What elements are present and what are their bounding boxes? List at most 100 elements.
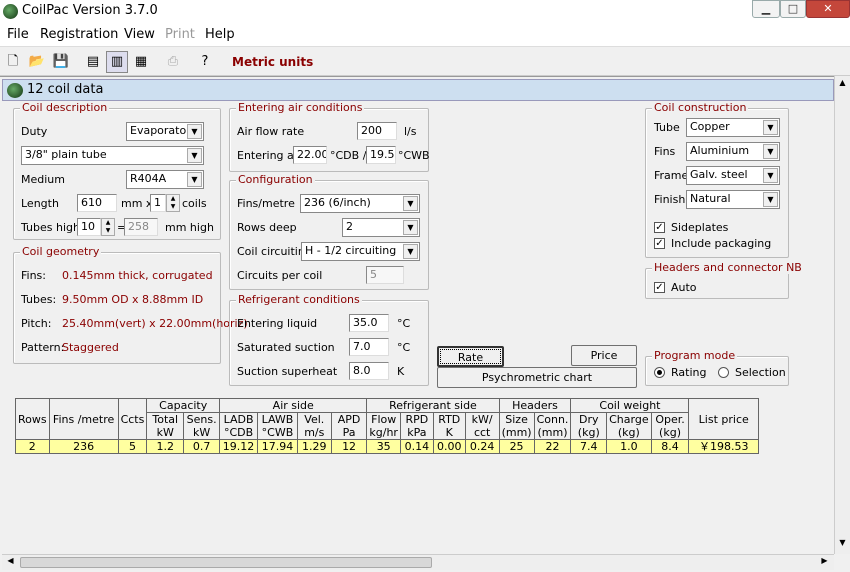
sideplates-label: Sideplates [671, 221, 729, 234]
scroll-down-icon[interactable]: ▼ [836, 538, 849, 551]
finish-select[interactable]: Natural ▼ [686, 190, 780, 209]
superheat-input[interactable]: 8.0 [349, 362, 389, 380]
cell-kw-cct: 0.24 [464, 439, 500, 454]
group-capacity: Capacity [146, 398, 221, 413]
circuiting-select[interactable]: H - 1/2 circuiting ▼ [301, 242, 420, 261]
scroll-left-icon[interactable]: ◀ [4, 556, 17, 569]
airflow-unit: l/s [404, 125, 417, 138]
entering-air-label: Entering air [237, 149, 302, 162]
fins-per-metre-label: Fins/metre [237, 197, 295, 210]
col-total-kw: Total kW [146, 412, 185, 440]
help-icon[interactable]: ? [194, 51, 216, 73]
rating-label: Rating [671, 366, 707, 379]
coil-icon [7, 83, 23, 98]
vertical-scrollbar[interactable]: ▲ ▼ [834, 76, 850, 554]
save-icon[interactable]: 💾 [50, 51, 72, 73]
saturated-suction-unit: °C [397, 341, 411, 354]
col-ladb: LADB °CDB [219, 412, 259, 440]
tubes-high-spinner[interactable]: ▲ ▼ [101, 218, 115, 236]
coils-spinner[interactable]: ▲ ▼ [166, 194, 180, 212]
group-title: Refrigerant conditions [236, 293, 362, 306]
minimize-button[interactable]: ▁ [752, 0, 780, 18]
cell-total-kw: 1.2 [146, 439, 185, 454]
menu-file[interactable]: File [7, 27, 29, 42]
height-field: 258 [124, 218, 158, 236]
geometry-tubes-value: 9.50mm OD x 8.88mm ID [62, 293, 204, 306]
fin-material-select[interactable]: Aluminium ▼ [686, 142, 780, 161]
chevron-down-icon: ▼ [763, 168, 778, 183]
cell-ccts: 5 [117, 439, 148, 454]
entering-liquid-unit: °C [397, 317, 411, 330]
length-input[interactable]: 610 [77, 194, 117, 212]
packaging-checkbox[interactable]: ✓ [654, 238, 665, 249]
rating-radio[interactable] [654, 367, 665, 378]
tube-material-select[interactable]: Copper ▼ [686, 118, 780, 137]
duty-select[interactable]: Evaporator ▼ [126, 122, 204, 141]
group-title: Coil construction [652, 101, 749, 114]
cwb-unit: °CWB [398, 149, 430, 162]
rows-deep-select[interactable]: 2 ▼ [342, 218, 420, 237]
panel-header: 12 coil data [2, 79, 834, 101]
new-file-icon[interactable]: 🗋 [2, 51, 24, 73]
coil-view-icon[interactable]: ▥ [106, 51, 128, 73]
medium-select[interactable]: R404A ▼ [126, 170, 204, 189]
table-row[interactable]: 2 236 5 1.2 0.7 19.12 17.94 1.29 12 35 0… [15, 439, 759, 454]
group-air-side: Air side [219, 398, 368, 413]
sideplates-checkbox[interactable]: ✓ [654, 222, 665, 233]
maximize-button[interactable]: □ [780, 0, 806, 18]
rate-button[interactable]: Rate [437, 346, 504, 367]
saturated-suction-input[interactable]: 7.0 [349, 338, 389, 356]
coils-input[interactable]: 1 [150, 194, 166, 212]
panel-title: 12 coil data [27, 82, 104, 97]
group-title: Program mode [652, 349, 738, 362]
menu-help[interactable]: Help [205, 27, 235, 42]
medium-label: Medium [21, 173, 65, 186]
selection-label: Selection [735, 366, 786, 379]
cell-lawb: 17.94 [257, 439, 298, 454]
menu-registration[interactable]: Registration [40, 27, 118, 42]
scroll-right-icon[interactable]: ▶ [818, 556, 831, 569]
cdb-input[interactable]: 22.00 [293, 146, 327, 164]
finish-label: Finish [654, 193, 686, 206]
cell-conn: 22 [533, 439, 572, 454]
title-bar: CoilPac Version 3.7.0 ▁ □ ✕ [0, 0, 850, 24]
cdb-unit: °CDB / [330, 149, 367, 162]
frame-material-select[interactable]: Galv. steel ▼ [686, 166, 780, 185]
tubes-high-input[interactable]: 10 [77, 218, 101, 236]
scroll-thumb[interactable] [20, 557, 432, 568]
length-label: Length [21, 197, 59, 210]
chevron-down-icon: ▼ [187, 124, 202, 139]
chevron-down-icon: ▼ [187, 148, 202, 163]
cell-dry: 7.4 [570, 439, 608, 454]
list-view-icon[interactable]: ▦ [130, 51, 152, 73]
close-button[interactable]: ✕ [806, 0, 850, 18]
tube-type-select[interactable]: 3/8" plain tube ▼ [21, 146, 204, 165]
group-title: Configuration [236, 173, 315, 186]
airflow-input[interactable]: 200 [357, 122, 397, 140]
print-icon[interactable]: ⎙ [162, 51, 184, 73]
col-rpd: RPD kPa [399, 412, 434, 440]
open-folder-icon[interactable]: 📂 [26, 51, 48, 73]
col-lawb: LAWB °CWB [257, 412, 298, 440]
col-charge: Charge (kg) [606, 412, 652, 440]
price-button[interactable]: Price [571, 345, 637, 366]
psychrometric-chart-button[interactable]: Psychrometric chart [437, 367, 637, 388]
geometry-pitch-label: Pitch: [21, 317, 52, 330]
saturated-suction-label: Saturated suction [237, 341, 335, 354]
col-vel: Vel. m/s [296, 412, 332, 440]
tubes-high-label: Tubes high [21, 221, 80, 234]
fins-per-metre-select[interactable]: 236 (6/inch) ▼ [300, 194, 420, 213]
menu-view[interactable]: View [124, 27, 155, 42]
horizontal-scrollbar[interactable]: ◀ ▶ [2, 554, 834, 570]
entering-liquid-input[interactable]: 35.0 [349, 314, 389, 332]
cwb-input[interactable]: 19.5 [366, 146, 396, 164]
selection-radio[interactable] [718, 367, 729, 378]
menu-print[interactable]: Print [165, 27, 195, 42]
data-view-icon[interactable]: ▤ [82, 51, 104, 73]
col-list-price: List price [688, 398, 759, 440]
col-rows: Rows [15, 398, 50, 440]
circuits-per-coil-field: 5 [366, 266, 404, 284]
chevron-down-icon: ▼ [187, 172, 202, 187]
scroll-up-icon[interactable]: ▲ [836, 78, 849, 91]
auto-checkbox[interactable]: ✓ [654, 282, 665, 293]
